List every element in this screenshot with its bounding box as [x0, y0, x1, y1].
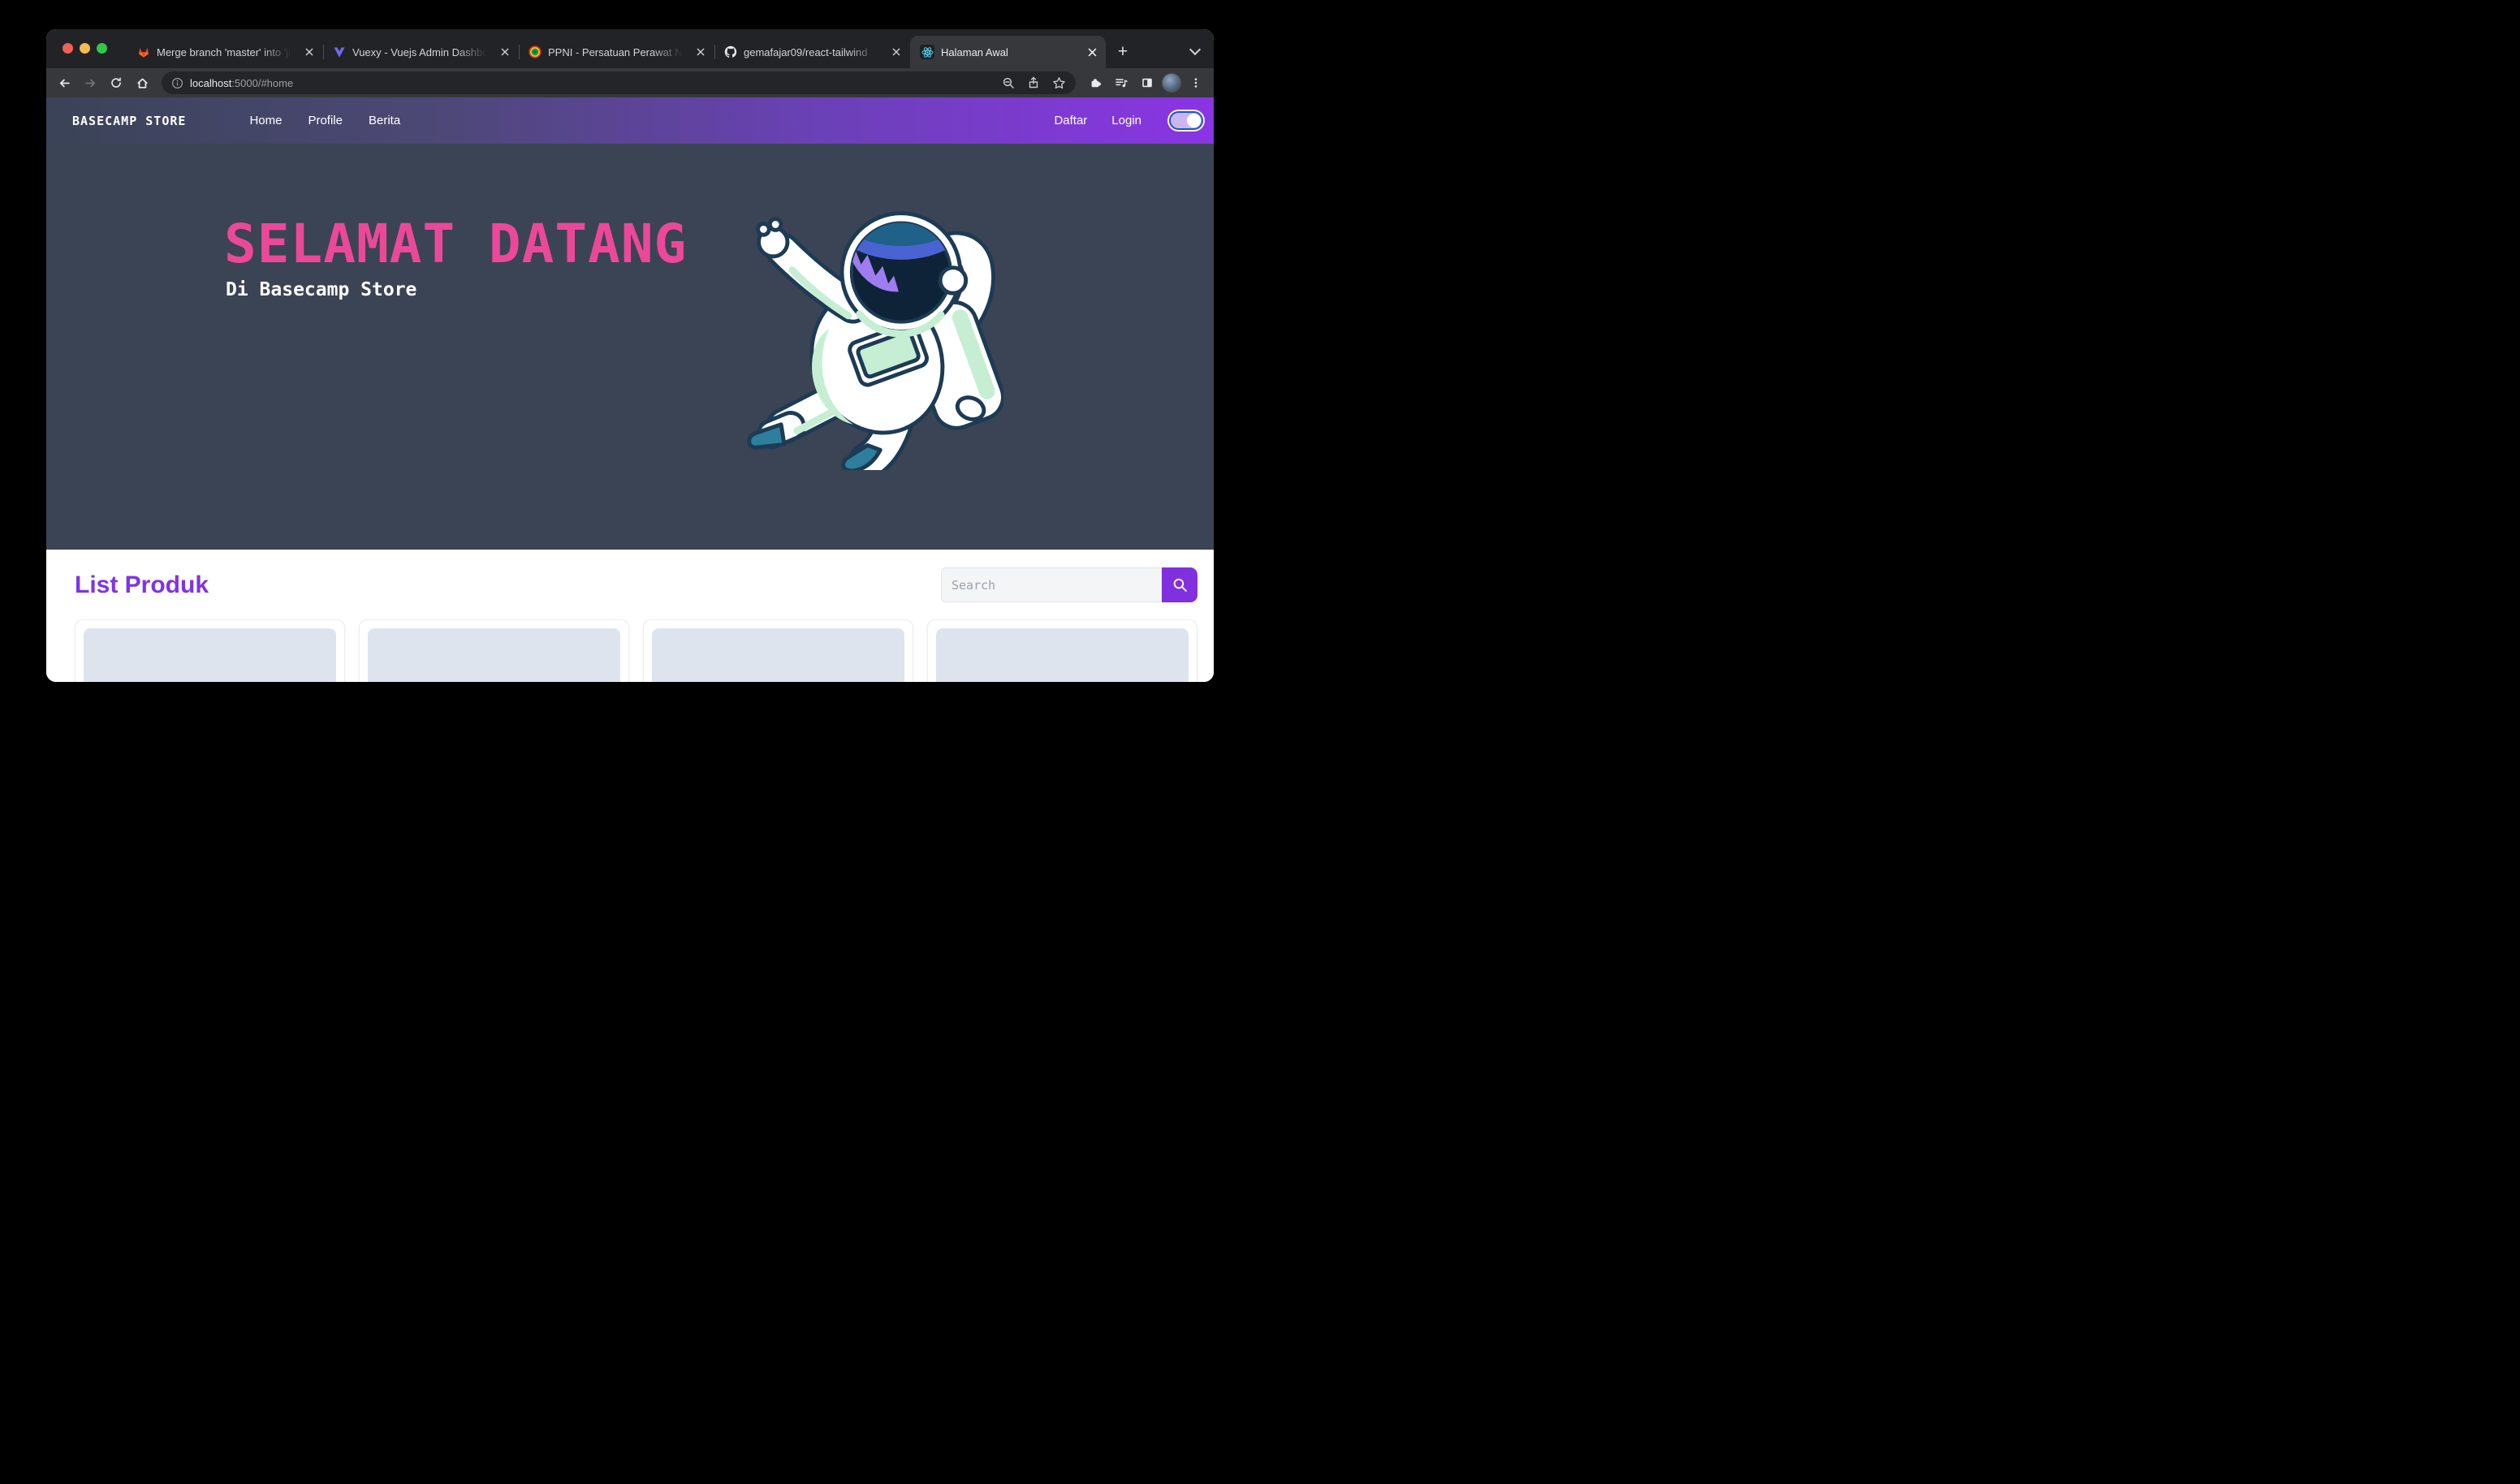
search-input[interactable] [941, 567, 1162, 602]
search-bar [941, 567, 1197, 602]
share-icon[interactable] [1027, 76, 1040, 89]
back-icon[interactable] [53, 71, 76, 94]
tab-title: Halaman Awal [941, 46, 1078, 58]
close-tab-icon[interactable] [889, 45, 904, 59]
product-card[interactable] [359, 619, 629, 682]
products-heading: List Produk [75, 572, 209, 599]
products-section: List Produk [46, 550, 1214, 682]
react-icon [920, 45, 934, 59]
hero-title: SELAMAT DATANG [224, 215, 687, 274]
tab-title: Merge branch 'master' into 'jih [157, 46, 296, 58]
nav-link-berita[interactable]: Berita [369, 114, 400, 127]
tab-title: gemafajar09/react-tailwind [744, 46, 882, 58]
traffic-lights [63, 43, 107, 54]
url-path: :5000/#home [231, 77, 293, 89]
product-grid [75, 619, 1197, 682]
close-window-button[interactable] [63, 43, 73, 54]
product-image-placeholder [368, 628, 620, 682]
menu-icon[interactable] [1184, 71, 1207, 94]
nav-link-home[interactable]: Home [249, 114, 282, 127]
product-card[interactable] [75, 619, 345, 682]
vuexy-icon [333, 45, 346, 58]
media-controls-icon[interactable] [1110, 71, 1133, 94]
theme-toggle[interactable] [1169, 111, 1203, 130]
zoom-out-icon[interactable] [1002, 76, 1015, 89]
tab-gitlab-merge[interactable]: Merge branch 'master' into 'jih [127, 36, 323, 68]
brand-logo[interactable]: BASECAMP STORE [72, 114, 186, 128]
info-icon[interactable] [171, 77, 183, 89]
url-host: localhost [190, 77, 231, 89]
zoom-window-button[interactable] [97, 43, 107, 54]
tab-title: Vuexy - Vuejs Admin Dashboar [352, 46, 491, 58]
astronaut-illustration [731, 194, 1003, 470]
sidebar-icon[interactable] [1136, 71, 1159, 94]
close-tab-icon[interactable] [693, 45, 708, 59]
address-bar[interactable]: localhost:5000/#home [162, 71, 1076, 94]
product-image-placeholder [936, 628, 1189, 682]
hero-section: SELAMAT DATANG Di Basecamp Store [46, 144, 1214, 550]
url-text: localhost:5000/#home [190, 77, 293, 89]
tab-strip: Merge branch 'master' into 'jih Vuexy - … [46, 29, 1214, 68]
gitlab-icon [137, 45, 150, 58]
github-icon [724, 45, 737, 58]
product-card[interactable] [643, 619, 913, 682]
tab-halaman-awal[interactable]: Halaman Awal [910, 36, 1106, 68]
hero-subtitle: Di Basecamp Store [226, 279, 416, 300]
minimize-window-button[interactable] [80, 43, 90, 54]
browser-window: Merge branch 'master' into 'jih Vuexy - … [46, 29, 1214, 682]
site-navbar: BASECAMP STORE Home Profile Berita Dafta… [46, 97, 1214, 144]
close-tab-icon[interactable] [1085, 45, 1099, 59]
nav-links: Home Profile Berita [249, 114, 400, 127]
forward-icon[interactable] [79, 71, 101, 94]
star-icon[interactable] [1052, 76, 1066, 90]
product-image-placeholder [84, 628, 336, 682]
tab-github-react-tailwind[interactable]: gemafajar09/react-tailwind [714, 36, 910, 68]
tab-vuexy[interactable]: Vuexy - Vuejs Admin Dashboar [323, 36, 519, 68]
web-page: BASECAMP STORE Home Profile Berita Dafta… [46, 97, 1214, 682]
new-tab-button[interactable]: + [1112, 41, 1133, 63]
search-icon [1172, 577, 1188, 593]
close-tab-icon[interactable] [302, 45, 317, 59]
nav-actions: Daftar Login [1054, 111, 1203, 130]
close-tab-icon[interactable] [498, 45, 512, 59]
nav-link-daftar[interactable]: Daftar [1054, 114, 1087, 127]
tab-search-icon[interactable] [1189, 44, 1201, 55]
nav-link-profile[interactable]: Profile [308, 114, 343, 127]
ppni-icon [529, 45, 542, 58]
browser-toolbar: localhost:5000/#home [46, 68, 1214, 97]
reload-icon[interactable] [105, 71, 127, 94]
nav-link-login[interactable]: Login [1111, 114, 1141, 127]
home-icon[interactable] [131, 71, 153, 94]
tab-title: PPNI - Persatuan Perawat Nasi [548, 46, 687, 58]
search-button[interactable] [1162, 567, 1197, 602]
product-card[interactable] [927, 619, 1197, 682]
toggle-knob [1187, 114, 1201, 127]
product-image-placeholder [652, 628, 904, 682]
avatar[interactable] [1162, 73, 1181, 93]
extensions-icon[interactable] [1084, 71, 1107, 94]
tab-ppni[interactable]: PPNI - Persatuan Perawat Nasi [519, 36, 714, 68]
